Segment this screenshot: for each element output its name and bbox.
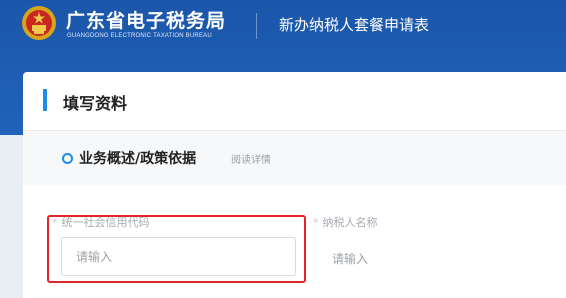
section-title: 填写资料 <box>63 94 128 113</box>
section-accent-bar <box>43 89 47 111</box>
taxpayer-name-input[interactable] <box>318 244 438 274</box>
required-mark: * <box>313 216 319 229</box>
bullet-circle-icon <box>62 153 73 164</box>
brand-title: 广东省电子税务局 <box>66 10 227 32</box>
subsection-title: 业务概述/政策依据 <box>79 151 197 167</box>
credit-code-highlight-box <box>47 215 306 283</box>
read-details-link[interactable]: 阅读详情 <box>231 151 271 166</box>
national-emblem-icon <box>22 6 56 40</box>
taxpayer-name-label: * 纳税人名称 <box>313 214 378 230</box>
taxpayer-name-label-text: 纳税人名称 <box>322 216 378 229</box>
subsection-header: 业务概述/政策依据 阅读详情 <box>23 131 566 185</box>
section-header: 填写资料 <box>23 72 566 131</box>
brand-subtitle: GUANGDONG ELECTRONIC TAXATION BUREAU <box>67 33 212 39</box>
page-title: 新办纳税人套餐申请表 <box>279 16 430 34</box>
taxpayer-name-field[interactable] <box>318 244 438 274</box>
header-divider <box>256 13 257 39</box>
